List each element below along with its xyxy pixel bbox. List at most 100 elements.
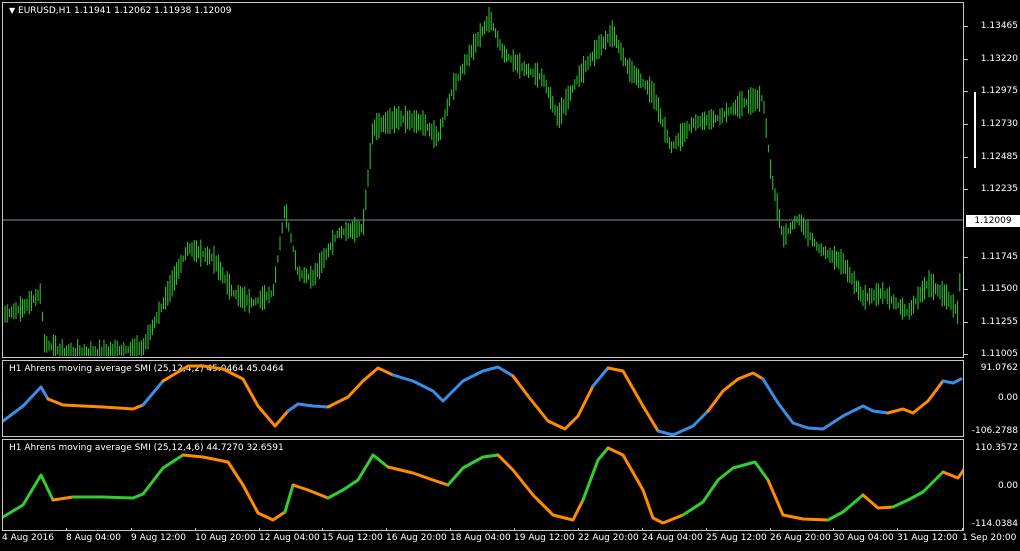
indicator-tick-label: 91.0762 (980, 363, 1018, 373)
price-tick-label: 1.12235 (980, 184, 1018, 194)
price-tick-label: 1.13220 (980, 54, 1018, 64)
price-tick-label: 1.11745 (980, 252, 1018, 262)
time-axis: 4 Aug 2016 8 Aug 04:00 9 Aug 12:00 10 Aug 2… (0, 528, 1020, 551)
indicator-segment (861, 493, 895, 510)
price-tick-mark (964, 124, 968, 125)
indicator-segment (286, 402, 330, 413)
time-tick-mark (195, 528, 196, 531)
indicator-segment (681, 460, 770, 517)
price-tick-mark (964, 189, 968, 190)
time-axis-label: 22 Aug 20:00 (578, 533, 639, 543)
price-tick-mark (964, 59, 968, 60)
time-tick-mark (386, 528, 387, 531)
indicator-tick-label: -106.2788 (971, 426, 1018, 436)
time-tick-mark (770, 528, 771, 531)
price-tick-label: 1.12485 (980, 152, 1018, 162)
indicator-segment (291, 483, 330, 500)
price-tick-label: 1.11005 (980, 349, 1018, 359)
time-axis-label: 15 Aug 12:00 (322, 533, 383, 543)
time-axis-label: 16 Aug 20:00 (386, 533, 447, 543)
time-axis-label: 8 Aug 04:00 (66, 533, 121, 543)
indicator-segment (386, 465, 450, 487)
time-tick-mark (450, 528, 451, 531)
price-tick-label: 1.13465 (980, 21, 1018, 31)
price-tick-label: 1.12730 (980, 119, 1018, 129)
indicator-segment (71, 453, 185, 500)
time-tick-mark (578, 528, 579, 531)
time-axis-label: 30 Aug 04:00 (833, 533, 894, 543)
time-axis-label: 19 Aug 12:00 (514, 533, 575, 543)
price-tick-mark (964, 322, 968, 323)
indicator-segment (496, 453, 585, 522)
time-tick-mark (706, 528, 707, 531)
indicator-tick-label: -114.0384 (971, 519, 1018, 529)
indicator-segment (656, 409, 710, 436)
indicator-segment (886, 379, 945, 415)
time-axis-label: 24 Aug 04:00 (642, 533, 703, 543)
price-tick-mark (964, 26, 968, 27)
price-tick-mark (964, 157, 968, 158)
time-tick-mark (642, 528, 643, 531)
indicator-segment (511, 374, 595, 431)
price-scale[interactable]: 1.13465 1.13220 1.12975 1.12730 1.12485 1.122… (964, 2, 1020, 359)
indicator2-scale[interactable]: 110.3572 0.00 -114.0384 (964, 439, 1020, 531)
time-axis-label: 4 Aug 2016 (2, 533, 54, 543)
indicator-segment (161, 364, 290, 428)
indicator-segment (3, 473, 55, 519)
indicator-segment (326, 366, 395, 409)
time-axis-label: 26 Aug 20:00 (770, 533, 831, 543)
price-tick-label: 1.12975 (980, 86, 1018, 96)
time-tick-mark (2, 528, 3, 531)
indicator1-pane[interactable]: H1 Ahrens moving average SMI (25,12,4,2)… (2, 360, 964, 437)
price-tick-mark (964, 91, 968, 92)
time-tick-mark (897, 528, 898, 531)
scale-scroll-marker[interactable] (974, 92, 976, 168)
price-tick-mark (964, 354, 968, 355)
time-axis-label: 25 Aug 12:00 (706, 533, 767, 543)
indicator-segment (941, 377, 963, 385)
indicator-segment (606, 446, 685, 525)
time-axis-label: 10 Aug 20:00 (195, 533, 256, 543)
indicator-segment (591, 366, 610, 388)
price-tick-mark (964, 289, 968, 290)
time-tick-mark (66, 528, 67, 531)
indicator2-line (3, 446, 963, 525)
indicator-segment (51, 495, 75, 502)
indicator-segment (761, 377, 890, 431)
indicator-tick-label: 0.00 (997, 481, 1018, 491)
price-tick-mark (964, 257, 968, 258)
indicator-segment (581, 446, 610, 502)
indicator-segment (181, 453, 287, 522)
time-axis-label: 1 Sep 20:00 (962, 533, 1017, 543)
price-tick-label: 1.11255 (980, 317, 1018, 327)
time-axis-label: 12 Aug 04:00 (259, 533, 320, 543)
indicator-segment (606, 366, 660, 433)
indicator1-scale[interactable]: 91.0762 0.00 -106.2788 (964, 360, 1020, 437)
indicator-tick-label: 0.00 (997, 393, 1018, 403)
indicator-segment (141, 379, 165, 407)
indicator-segment (283, 483, 295, 514)
time-tick-mark (131, 528, 132, 531)
time-axis-label: 31 Aug 12:00 (897, 533, 958, 543)
current-price-label: 1.12009 (966, 215, 1020, 227)
time-axis-label: 9 Aug 12:00 (131, 533, 186, 543)
indicator-segment (891, 470, 945, 509)
indicator-segment (941, 468, 963, 480)
indicator-segment (766, 478, 830, 522)
time-tick-mark (322, 528, 323, 531)
indicator1-line (3, 364, 963, 436)
price-chart-pane[interactable]: ▼ EURUSD,H1 1.11941 1.12062 1.11938 1.12… (2, 2, 964, 358)
indicator-segment (446, 453, 500, 487)
indicator-segment (391, 365, 515, 403)
indicator-segment (326, 453, 390, 500)
indicator-segment (706, 371, 765, 413)
time-tick-mark (259, 528, 260, 531)
time-tick-mark (833, 528, 834, 531)
indicator-segment (826, 493, 865, 522)
indicator-tick-label: 110.3572 (975, 443, 1018, 453)
price-tick-label: 1.11500 (980, 284, 1018, 294)
price-bars (3, 6, 963, 356)
time-axis-label: 18 Aug 04:00 (450, 533, 511, 543)
time-tick-mark (514, 528, 515, 531)
indicator2-pane[interactable]: H1 Ahrens moving average SMI (25,12,4,6)… (2, 439, 964, 531)
